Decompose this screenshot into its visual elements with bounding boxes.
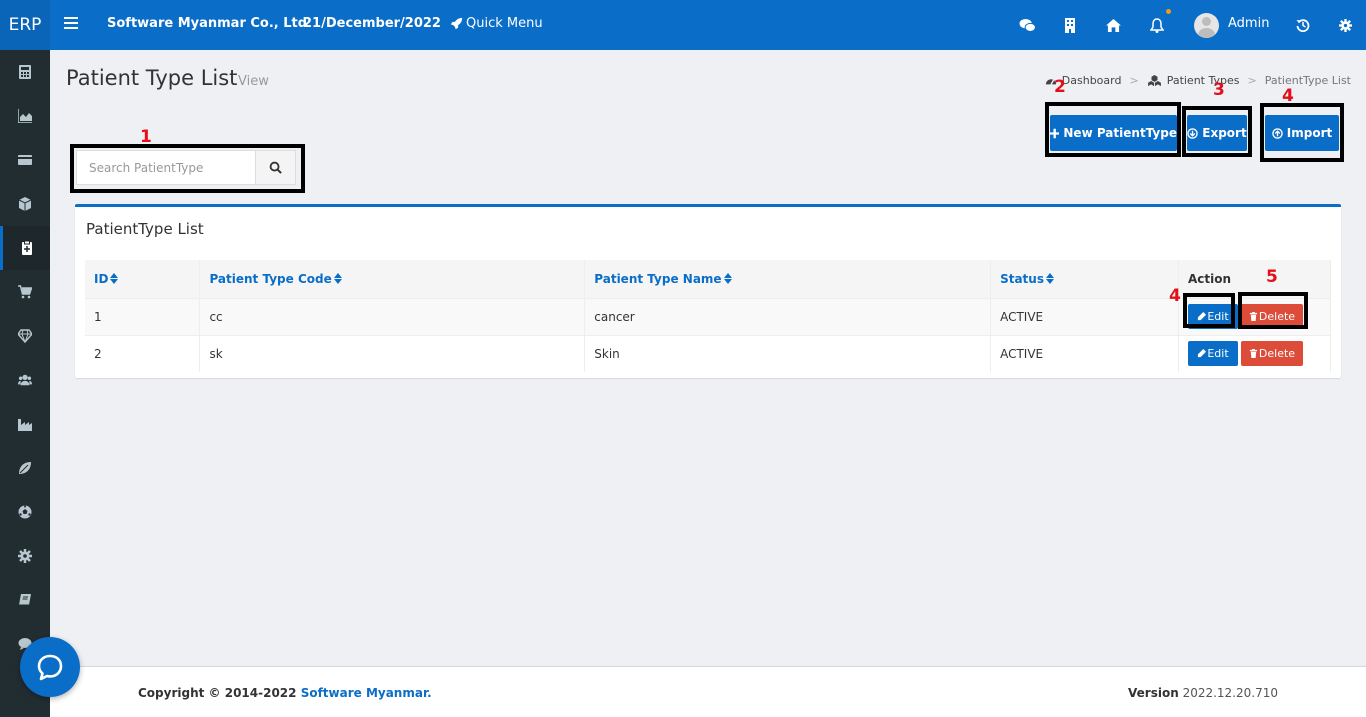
sort-icon bbox=[334, 273, 341, 285]
cell-id: 1 bbox=[85, 297, 201, 335]
cell-status: ACTIVE bbox=[990, 334, 1179, 372]
cell-name: Skin bbox=[584, 334, 992, 372]
gear-icon[interactable] bbox=[0, 534, 50, 578]
annotation-number: 2 bbox=[1054, 77, 1066, 97]
chat-widget-button[interactable] bbox=[20, 637, 80, 697]
company-name: Software Myanmar Co., Ltd bbox=[107, 16, 308, 31]
calculator-icon[interactable] bbox=[0, 50, 50, 94]
column-header-code[interactable]: Patient Type Code bbox=[199, 260, 586, 298]
quick-menu-button[interactable]: Quick Menu bbox=[450, 16, 543, 31]
download-circle-icon bbox=[1187, 127, 1199, 139]
trash-icon bbox=[1249, 349, 1258, 359]
chat-bubble-icon bbox=[37, 654, 63, 681]
annotation-highlight-box bbox=[1238, 292, 1308, 329]
cubes-icon bbox=[1147, 74, 1161, 86]
delete-button[interactable]: Delete bbox=[1240, 341, 1303, 367]
annotation-number: 5 bbox=[1266, 267, 1278, 287]
table-row: 2 sk Skin ACTIVE Edit Delete bbox=[85, 334, 1332, 372]
breadcrumb-separator: > bbox=[1129, 74, 1139, 87]
pencil-icon bbox=[1198, 349, 1207, 358]
breadcrumb-dashboard[interactable]: Dashboard bbox=[1062, 74, 1122, 87]
breadcrumb: Dashboard > Patient Types > PatientType … bbox=[1045, 74, 1351, 87]
current-date: 21/December/2022 bbox=[303, 16, 441, 31]
clipboard-icon[interactable] bbox=[0, 226, 50, 270]
breadcrumb-patient-types[interactable]: Patient Types bbox=[1167, 74, 1240, 87]
page-title: Patient Type List bbox=[66, 66, 238, 90]
brand-logo[interactable]: ERP bbox=[0, 0, 50, 50]
search-box bbox=[76, 150, 296, 185]
cube-icon[interactable] bbox=[0, 182, 50, 226]
copyright-link[interactable]: Software Myanmar. bbox=[301, 686, 432, 700]
wechat-icon[interactable] bbox=[1017, 15, 1037, 35]
gear-icon[interactable] bbox=[1335, 15, 1355, 35]
users-icon[interactable] bbox=[0, 358, 50, 402]
import-label: Import bbox=[1286, 126, 1333, 140]
column-header-status[interactable]: Status bbox=[990, 260, 1179, 298]
bell-icon[interactable] bbox=[1147, 15, 1167, 35]
sort-icon bbox=[110, 273, 117, 285]
hamburger-icon[interactable] bbox=[64, 17, 78, 33]
new-patienttype-button[interactable]: New PatientType bbox=[1050, 115, 1177, 151]
cell-code: sk bbox=[199, 334, 586, 372]
quick-menu-label: Quick Menu bbox=[466, 16, 543, 31]
breadcrumb-separator: > bbox=[1247, 74, 1257, 87]
credit-card-icon[interactable] bbox=[0, 138, 50, 182]
area-chart-icon[interactable] bbox=[0, 94, 50, 138]
import-button[interactable]: Import bbox=[1265, 115, 1339, 151]
cell-name: cancer bbox=[584, 297, 992, 335]
plus-icon bbox=[1050, 128, 1060, 138]
table-row: 1 cc cancer ACTIVE Edit Delete bbox=[85, 297, 1332, 335]
soccer-ball-icon[interactable] bbox=[0, 490, 50, 534]
user-name[interactable]: Admin bbox=[1228, 16, 1269, 31]
notification-dot bbox=[1166, 9, 1171, 14]
annotation-number: 4 bbox=[1169, 286, 1181, 306]
home-icon[interactable] bbox=[1103, 15, 1123, 35]
book-icon[interactable] bbox=[0, 578, 50, 622]
cart-icon[interactable] bbox=[0, 270, 50, 314]
cell-id: 2 bbox=[85, 334, 201, 372]
export-button[interactable]: Export bbox=[1187, 115, 1247, 151]
version-info: Version 2022.12.20.710 bbox=[1128, 686, 1278, 700]
sort-icon bbox=[1046, 273, 1053, 285]
rocket-icon bbox=[450, 17, 463, 30]
annotation-number: 3 bbox=[1213, 80, 1225, 100]
card-title: PatientType List bbox=[86, 220, 204, 238]
search-icon bbox=[269, 161, 282, 174]
avatar[interactable] bbox=[1194, 13, 1219, 38]
page-subtitle: View bbox=[238, 74, 269, 89]
copyright: Copyright © 2014-2022 Software Myanmar. bbox=[138, 686, 432, 700]
sidebar bbox=[0, 50, 50, 717]
column-header-name[interactable]: Patient Type Name bbox=[584, 260, 992, 298]
column-header-id[interactable]: ID bbox=[85, 260, 201, 298]
upload-circle-icon bbox=[1271, 127, 1283, 139]
new-patienttype-label: New PatientType bbox=[1063, 126, 1177, 140]
search-button[interactable] bbox=[255, 151, 295, 184]
export-label: Export bbox=[1202, 126, 1247, 140]
annotation-highlight-box bbox=[1183, 293, 1235, 328]
edit-button[interactable]: Edit bbox=[1187, 341, 1238, 367]
cell-action: Edit Delete bbox=[1178, 334, 1332, 372]
top-navbar: ERP Software Myanmar Co., Ltd 21/Decembe… bbox=[0, 0, 1366, 50]
breadcrumb-current: PatientType List bbox=[1264, 74, 1351, 87]
search-input[interactable] bbox=[77, 151, 255, 184]
patienttype-list-card: PatientType List ID Patient Type Code Pa… bbox=[75, 204, 1341, 378]
footer: Copyright © 2014-2022 Software Myanmar. … bbox=[50, 666, 1366, 717]
leaf-icon[interactable] bbox=[0, 446, 50, 490]
cell-status: ACTIVE bbox=[990, 297, 1179, 335]
diamond-icon[interactable] bbox=[0, 314, 50, 358]
history-icon[interactable] bbox=[1293, 15, 1313, 35]
sort-icon bbox=[724, 273, 731, 285]
industry-icon[interactable] bbox=[0, 402, 50, 446]
building-icon[interactable] bbox=[1060, 15, 1080, 35]
cell-code: cc bbox=[199, 297, 586, 335]
patienttype-table: ID Patient Type Code Patient Type Name S… bbox=[85, 260, 1332, 372]
